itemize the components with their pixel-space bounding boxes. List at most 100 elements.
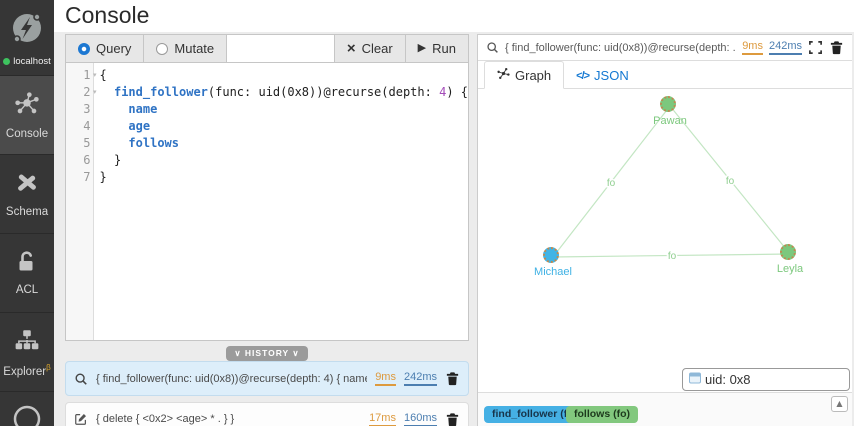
- line-number: 5: [66, 135, 93, 152]
- sidebar-item-acl[interactable]: ACL: [0, 233, 54, 312]
- graph-edges: fo fo fo: [478, 89, 851, 392]
- code-area[interactable]: { find_follower(func: uid(0x8))@recurse(…: [94, 63, 468, 340]
- line-number: 2▾: [66, 84, 93, 101]
- radio-unselected-icon: [156, 43, 168, 55]
- edge-label: fo: [726, 176, 735, 187]
- tools-icon: [14, 170, 40, 201]
- selected-node-box[interactable]: uid: 0x8: [682, 368, 850, 391]
- history-toggle[interactable]: ∨ HISTORY ∨: [226, 346, 307, 361]
- trash-icon[interactable]: [445, 371, 460, 386]
- tab-graph-label: Graph: [515, 68, 551, 83]
- history-query-text: { delete { <0x2> <age> * . } }: [96, 413, 361, 425]
- sidebar-item-label: ACL: [16, 284, 38, 296]
- result-footer: find_follower (f) follows (fo) ▲: [478, 392, 852, 426]
- dgraph-logo-icon: [7, 7, 47, 52]
- beta-badge: β: [46, 363, 51, 372]
- sidebar: localhost: [0, 0, 54, 426]
- node-label: Michael: [508, 266, 598, 278]
- result-query-summary: { find_follower(func: uid(0x8))@recurse(…: [505, 42, 736, 54]
- total-latency: 242ms: [404, 371, 437, 386]
- clear-button-label: Clear: [362, 41, 393, 56]
- mutate-tab[interactable]: Mutate: [144, 35, 227, 62]
- mutate-tab-label: Mutate: [174, 41, 214, 56]
- graph-node-michael[interactable]: [543, 247, 559, 263]
- legend-find-follower[interactable]: find_follower (f): [484, 406, 579, 423]
- tab-graph[interactable]: Graph: [484, 61, 564, 89]
- server-latency: 9ms: [742, 40, 763, 55]
- sidebar-item-schema[interactable]: Schema: [0, 154, 54, 233]
- toolbar-spacer: [227, 35, 334, 62]
- edge-label: fo: [668, 251, 677, 262]
- selected-node-value: uid: 0x8: [705, 372, 751, 387]
- fullscreen-icon[interactable]: [808, 40, 823, 55]
- connection-status[interactable]: localhost: [0, 56, 54, 75]
- sidebar-item-label: Explorerβ: [3, 363, 50, 378]
- code-editor[interactable]: 1▾ 2▾ 3 4 5 6 7 { find_follower(func: ui…: [66, 63, 468, 340]
- node-card-icon: [688, 371, 702, 388]
- graph-node-leyla[interactable]: [780, 244, 796, 260]
- query-tab[interactable]: Query: [66, 35, 144, 62]
- edit-icon: [74, 412, 88, 426]
- page-title: Console: [65, 2, 149, 29]
- line-number: 6: [66, 152, 93, 169]
- run-play-icon: ▶: [418, 43, 426, 54]
- clear-button[interactable]: × Clear: [334, 35, 405, 62]
- total-latency: 242ms: [769, 40, 802, 55]
- tab-json-label: JSON: [594, 68, 629, 83]
- server-latency: 17ms: [369, 412, 396, 426]
- node-label: Leyla: [745, 263, 835, 275]
- code-line: find_follower(func: uid(0x8))@recurse(de…: [100, 84, 468, 101]
- graph-molecule-icon: [497, 67, 510, 83]
- fold-arrow-icon[interactable]: ▾: [93, 84, 97, 101]
- result-panel: { find_follower(func: uid(0x8))@recurse(…: [477, 34, 852, 426]
- trash-icon[interactable]: [445, 412, 460, 426]
- sidebar-item-more[interactable]: [0, 391, 54, 426]
- header: [54, 0, 854, 32]
- total-latency: 160ms: [404, 412, 437, 426]
- node-label: Pawan: [625, 115, 715, 127]
- editor-gutter: 1▾ 2▾ 3 4 5 6 7: [66, 63, 94, 340]
- search-icon: [74, 372, 88, 386]
- server-latency: 9ms: [375, 371, 396, 386]
- clear-x-icon: ×: [347, 41, 356, 56]
- history-item[interactable]: { delete { <0x2> <age> * . } } 17ms 160m…: [65, 402, 469, 426]
- query-tab-label: Query: [96, 41, 131, 56]
- trash-icon[interactable]: [829, 40, 844, 55]
- fold-arrow-icon[interactable]: ▾: [93, 67, 97, 84]
- sitemap-icon: [14, 327, 40, 358]
- connection-label: localhost: [13, 56, 51, 67]
- query-toolbar: Query Mutate × Clear ▶ Run: [66, 35, 468, 63]
- graph-hub-icon: [13, 90, 41, 123]
- code-line: {: [100, 67, 468, 84]
- connected-dot-icon: [3, 58, 10, 65]
- history-query-text: { find_follower(func: uid(0x8))@recurse(…: [96, 373, 367, 385]
- sidebar-item-label: Schema: [6, 206, 48, 218]
- line-number: 7: [66, 169, 93, 186]
- lock-open-icon: [15, 250, 39, 279]
- run-button[interactable]: ▶ Run: [405, 35, 468, 62]
- sidebar-nav: Console Schema ACL: [0, 75, 54, 391]
- code-line: name: [100, 101, 468, 118]
- query-panel: Query Mutate × Clear ▶ Run 1▾ 2▾ 3 4 5: [65, 34, 469, 341]
- sidebar-item-explorer[interactable]: Explorerβ: [0, 312, 54, 391]
- line-number: 1▾: [66, 67, 93, 84]
- history-item[interactable]: { find_follower(func: uid(0x8))@recurse(…: [65, 361, 469, 396]
- code-line: follows: [100, 135, 468, 152]
- sidebar-item-console[interactable]: Console: [0, 75, 54, 154]
- history-section: ∨ HISTORY ∨: [65, 343, 469, 361]
- edge-label: fo: [607, 178, 616, 189]
- line-number: 3: [66, 101, 93, 118]
- collapse-button[interactable]: ▲: [831, 396, 848, 412]
- circle-icon: [12, 401, 42, 426]
- tab-json[interactable]: </> JSON: [564, 63, 641, 88]
- graph-node-pawan[interactable]: [660, 96, 676, 112]
- sidebar-item-label: Console: [6, 128, 48, 140]
- legend-follows[interactable]: follows (fo): [566, 406, 638, 423]
- line-number: 4: [66, 118, 93, 135]
- result-tabs: Graph </> JSON: [478, 61, 852, 89]
- run-button-label: Run: [432, 41, 456, 56]
- dgraph-logo[interactable]: [0, 0, 54, 52]
- graph-canvas[interactable]: fo fo fo Pawan Michael Leyla uid: 0x8: [478, 89, 852, 392]
- result-header: { find_follower(func: uid(0x8))@recurse(…: [478, 35, 852, 61]
- radio-selected-icon: [78, 43, 90, 55]
